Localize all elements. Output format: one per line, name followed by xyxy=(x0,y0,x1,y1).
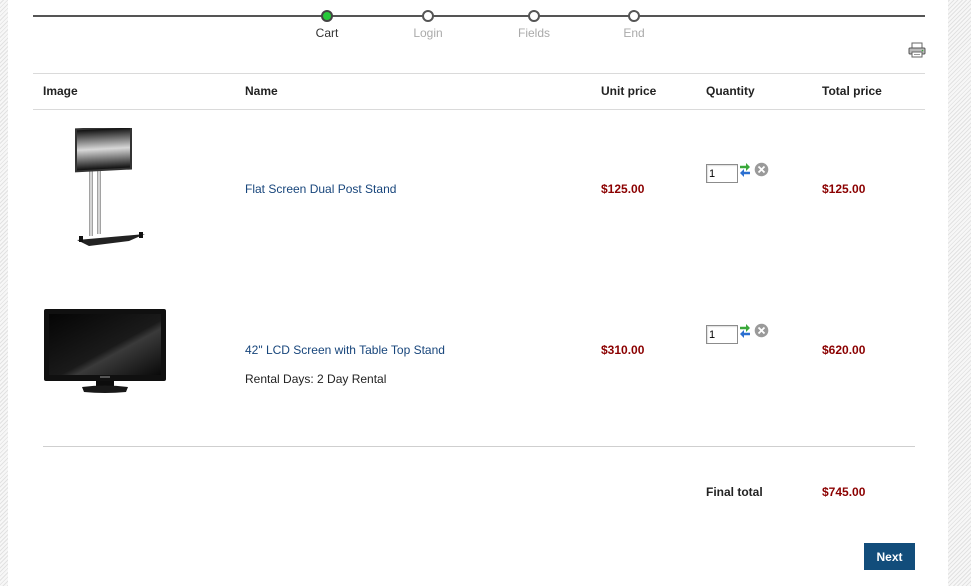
next-button[interactable]: Next xyxy=(864,543,915,570)
header-image: Image xyxy=(43,84,78,98)
item-name-link[interactable]: Flat Screen Dual Post Stand xyxy=(245,182,396,196)
step-end: End xyxy=(594,10,674,40)
header-unit-price: Unit price xyxy=(601,84,657,98)
step-login-dot xyxy=(422,10,434,22)
header-total-price: Total price xyxy=(822,84,882,98)
item-name-link[interactable]: 42" LCD Screen with Table Top Stand xyxy=(245,343,445,357)
step-fields-label: Fields xyxy=(517,26,550,40)
remove-item-icon[interactable] xyxy=(754,323,769,338)
product-image-stand xyxy=(75,128,145,246)
step-cart: Cart xyxy=(287,10,367,40)
header-name: Name xyxy=(245,84,278,98)
step-cart-label: Cart xyxy=(315,26,339,40)
printer-icon[interactable] xyxy=(908,42,926,58)
header-top-divider xyxy=(33,73,925,74)
step-login: Login xyxy=(388,10,468,40)
progress-line xyxy=(33,15,925,17)
update-quantity-icon[interactable] xyxy=(738,162,752,178)
item-total-price: $125.00 xyxy=(822,182,866,196)
final-total-label: Final total xyxy=(706,485,763,499)
header-bottom-divider xyxy=(33,109,925,110)
step-fields-dot xyxy=(528,10,540,22)
item-unit-price: $125.00 xyxy=(601,182,645,196)
summary-divider xyxy=(43,446,915,447)
step-fields: Fields xyxy=(494,10,574,40)
item-unit-price: $310.00 xyxy=(601,343,645,357)
step-cart-dot xyxy=(321,10,333,22)
item-total-price: $620.00 xyxy=(822,343,866,357)
remove-item-icon[interactable] xyxy=(754,162,769,177)
quantity-input[interactable] xyxy=(706,164,738,183)
cart-panel: Cart Login Fields End Image Name Unit pr… xyxy=(8,0,948,586)
step-login-label: Login xyxy=(413,26,443,40)
step-end-dot xyxy=(628,10,640,22)
product-image-lcd-tv xyxy=(44,309,166,393)
update-quantity-icon[interactable] xyxy=(738,323,752,339)
step-end-label: End xyxy=(623,26,645,40)
item-rental-days: Rental Days: 2 Day Rental xyxy=(245,372,387,386)
header-quantity: Quantity xyxy=(706,84,755,98)
final-total-value: $745.00 xyxy=(822,485,866,499)
quantity-input[interactable] xyxy=(706,325,738,344)
